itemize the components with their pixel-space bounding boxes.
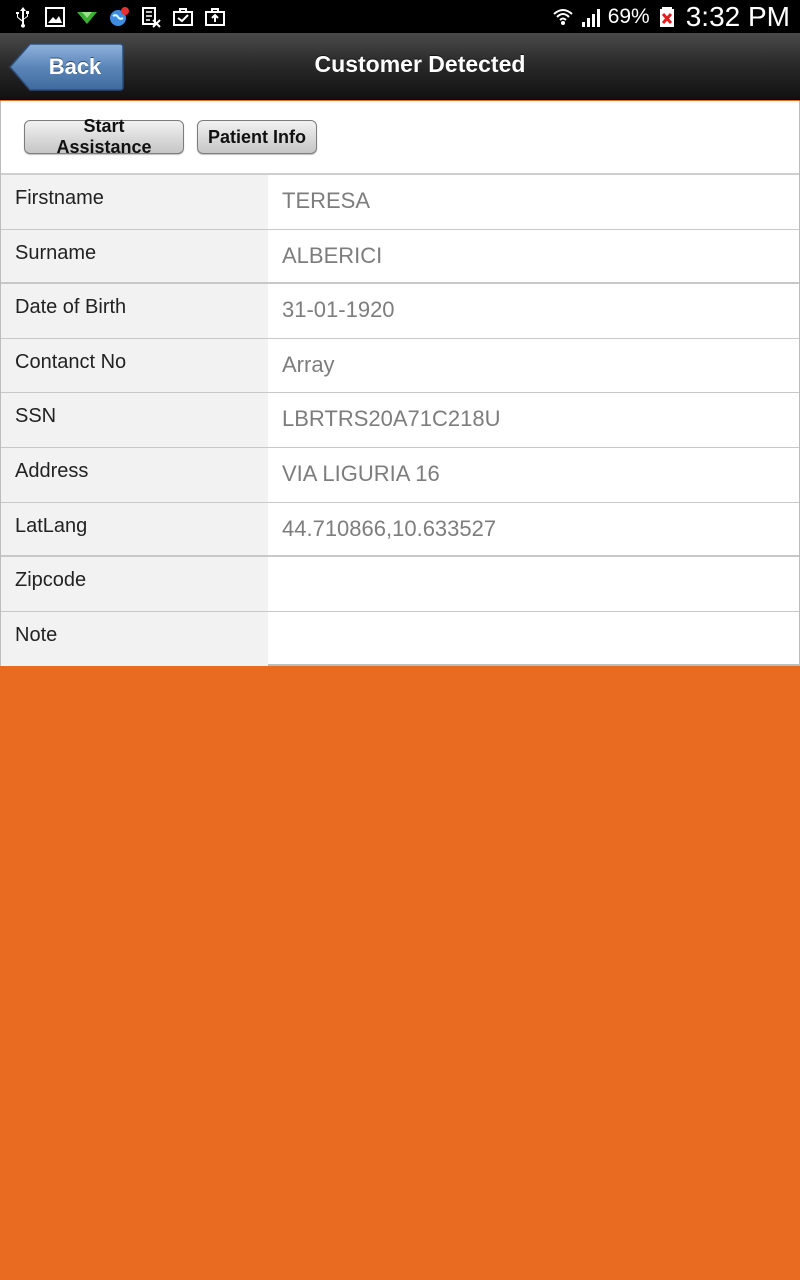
field-row-note: Note (1, 611, 799, 667)
field-value: ALBERICI (282, 242, 383, 268)
download-icon (76, 6, 98, 28)
field-value (268, 557, 799, 611)
notification-icons (12, 6, 226, 28)
field-row-firstname: Firstname TERESA (1, 175, 799, 230)
field-label: LatLang (1, 502, 268, 556)
system-indicators: 69% 3:32 PM (552, 1, 790, 33)
start-assistance-button[interactable]: Start Assistance (24, 116, 184, 157)
field-value: Array (282, 351, 335, 377)
spreadsheet-icon (140, 6, 162, 28)
field-label: Firstname (1, 175, 268, 229)
page-title: Customer Detected (314, 50, 526, 77)
action-bar: Start Assistance Patient Info (1, 101, 799, 175)
clock: 3:32 PM (685, 0, 790, 32)
navigation-bar: Back Customer Detected (0, 33, 800, 100)
usb-icon (12, 6, 34, 28)
field-row-surname: Surname ALBERICI (1, 229, 799, 285)
field-row-date-of-birth: Date of Birth 31-01-1920 (1, 284, 799, 339)
field-label: Note (1, 611, 268, 667)
battery-icon (656, 6, 678, 28)
field-row-zipcode: Zipcode (1, 557, 799, 612)
back-label: Back (48, 54, 102, 79)
field-value: TERESA (282, 188, 371, 213)
battery-percent: 69% (607, 4, 650, 28)
back-button[interactable]: Back (8, 42, 124, 92)
field-value: 31-01-1920 (282, 297, 395, 323)
field-value: LBRTRS20A71C218U (282, 406, 501, 432)
field-row-address: Address VIA LIGURIA 16 (1, 447, 799, 503)
field-label: SSN (1, 393, 268, 447)
status-bar: 69% 3:32 PM (0, 0, 800, 33)
field-value: 44.710866,10.633527 (282, 515, 497, 541)
field-value: VIA LIGURIA 16 (282, 460, 440, 486)
field-row-latlang: LatLang 44.710866,10.633527 (1, 502, 799, 558)
field-value (268, 612, 799, 667)
field-row-ssn: SSN LBRTRS20A71C218U (1, 393, 799, 448)
image-icon (44, 6, 66, 28)
patient-info-button[interactable]: Patient Info (197, 120, 317, 154)
field-row-contact-no: Contanct No Array (1, 338, 799, 394)
field-label: Surname (1, 229, 268, 283)
field-label: Date of Birth (1, 284, 268, 338)
briefcase-check-icon (172, 6, 194, 28)
signal-icon (580, 6, 602, 28)
field-label: Contanct No (1, 338, 268, 393)
wifi-icon (552, 6, 574, 28)
field-label: Address (1, 447, 268, 502)
customer-detail-panel: Start Assistance Patient Info Firstname … (0, 101, 800, 667)
field-label: Zipcode (1, 557, 268, 611)
briefcase-upload-icon (204, 6, 226, 28)
globe-notification-icon (108, 6, 130, 28)
